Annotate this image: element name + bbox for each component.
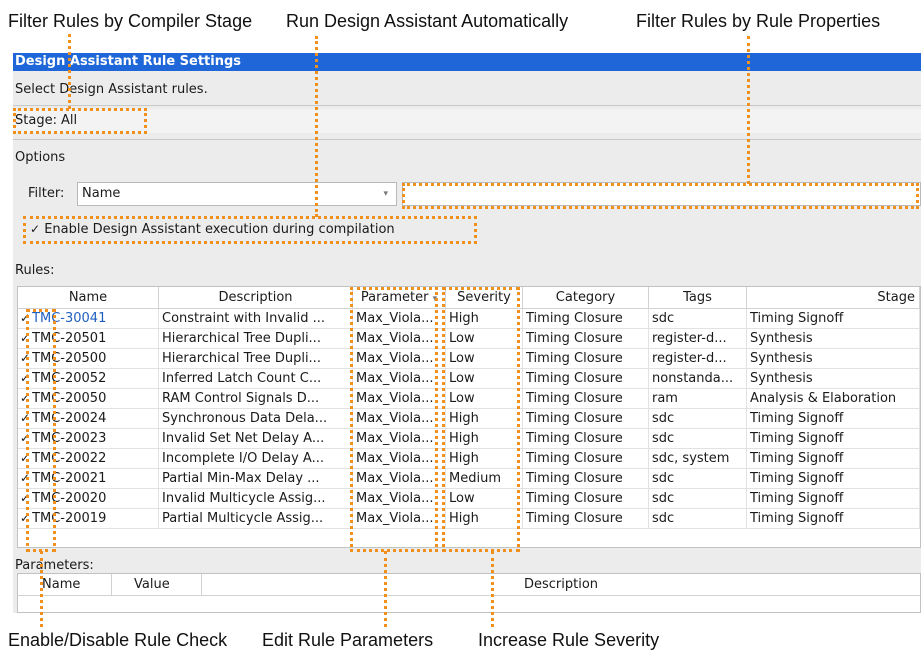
- rule-category-cell: Timing Closure: [523, 489, 649, 509]
- intro-text: Select Design Assistant rules.: [15, 82, 208, 97]
- leader-stage: [68, 34, 71, 109]
- rule-tags-cell: sdc: [649, 429, 747, 449]
- rule-category-cell: Timing Closure: [523, 469, 649, 489]
- rule-desc-cell: Incomplete I/O Delay A...: [159, 449, 353, 469]
- rule-tags-cell: sdc: [649, 509, 747, 529]
- rule-desc-cell: Hierarchical Tree Dupli...: [159, 349, 353, 369]
- rules-label: Rules:: [15, 263, 55, 278]
- rule-tags-cell: nonstanda...: [649, 369, 747, 389]
- rule-tags-cell: sdc, system: [649, 449, 747, 469]
- param-col-name[interactable]: Name: [18, 574, 112, 596]
- rule-category-cell: Timing Closure: [523, 389, 649, 409]
- rule-tags-cell: register-d...: [649, 329, 747, 349]
- chevron-down-icon: ▾: [383, 189, 388, 199]
- rule-desc-cell: Hierarchical Tree Dupli...: [159, 329, 353, 349]
- rule-stage-cell: Timing Signoff: [747, 409, 920, 429]
- rule-category-cell: Timing Closure: [523, 329, 649, 349]
- col-header-category[interactable]: Category: [523, 287, 649, 309]
- rule-desc-cell: RAM Control Signals D...: [159, 389, 353, 409]
- rule-category-cell: Timing Closure: [523, 429, 649, 449]
- rule-desc-cell: Constraint with Invalid ...: [159, 309, 353, 329]
- rule-category-cell: Timing Closure: [523, 449, 649, 469]
- rule-desc-cell: Partial Multicycle Assig...: [159, 509, 353, 529]
- rule-stage-cell: Timing Signoff: [747, 429, 920, 449]
- callout-filter-stage: Filter Rules by Compiler Stage: [8, 11, 253, 31]
- leader-enable-da: [315, 36, 318, 217]
- rule-category-cell: Timing Closure: [523, 369, 649, 389]
- rule-tags-cell: sdc: [649, 469, 747, 489]
- param-col-description[interactable]: Description: [202, 574, 920, 596]
- leader-parameters: [384, 551, 387, 627]
- filter-dropdown-value: Name: [82, 186, 121, 201]
- highlight-stage: [13, 108, 147, 134]
- col-header-name[interactable]: Name: [18, 287, 159, 309]
- col-header-tags[interactable]: Tags: [649, 287, 747, 309]
- rule-category-cell: Timing Closure: [523, 409, 649, 429]
- filter-label: Filter:: [28, 186, 65, 201]
- highlight-severity: [442, 287, 520, 552]
- rule-stage-cell: Synthesis: [747, 349, 920, 369]
- rule-stage-cell: Synthesis: [747, 329, 920, 349]
- parameters-table: Name Value Description: [17, 573, 921, 613]
- options-label: Options: [15, 150, 66, 165]
- callout-run-auto: Run Design Assistant Automatically: [286, 11, 569, 31]
- rule-tags-cell: register-d...: [649, 349, 747, 369]
- dialog-title: Design Assistant Rule Settings: [13, 53, 921, 71]
- rule-desc-cell: Synchronous Data Dela...: [159, 409, 353, 429]
- rule-desc-cell: Partial Min-Max Delay ...: [159, 469, 353, 489]
- rule-stage-cell: Analysis & Elaboration: [747, 389, 920, 409]
- rule-stage-cell: Synthesis: [747, 369, 920, 389]
- param-col-value[interactable]: Value: [112, 574, 202, 596]
- callout-enable-disable: Enable/Disable Rule Check: [8, 630, 228, 650]
- rule-tags-cell: ram: [649, 389, 747, 409]
- callout-edit-params: Edit Rule Parameters: [262, 630, 434, 650]
- rule-tags-cell: sdc: [649, 489, 747, 509]
- rule-stage-cell: Timing Signoff: [747, 509, 920, 529]
- callout-increase-severity: Increase Rule Severity: [478, 630, 660, 650]
- col-header-description[interactable]: Description: [159, 287, 353, 309]
- leader-filter-text: [747, 36, 750, 184]
- callout-filter-props: Filter Rules by Rule Properties: [636, 11, 881, 31]
- rule-category-cell: Timing Closure: [523, 309, 649, 329]
- parameters-label: Parameters:: [15, 558, 94, 573]
- filter-dropdown[interactable]: Name ▾: [77, 182, 397, 206]
- rule-stage-cell: Timing Signoff: [747, 309, 920, 329]
- rule-desc-cell: Inferred Latch Count C...: [159, 369, 353, 389]
- rule-category-cell: Timing Closure: [523, 349, 649, 369]
- leader-severity: [491, 551, 494, 627]
- rule-desc-cell: Invalid Set Net Delay A...: [159, 429, 353, 449]
- rule-stage-cell: Timing Signoff: [747, 469, 920, 489]
- rule-desc-cell: Invalid Multicycle Assig...: [159, 489, 353, 509]
- col-header-stage[interactable]: Stage: [747, 287, 920, 309]
- highlight-enable-da: [23, 216, 477, 244]
- rule-stage-cell: Timing Signoff: [747, 489, 920, 509]
- stage-selector[interactable]: Stage: All: [13, 109, 921, 133]
- rule-category-cell: Timing Closure: [523, 509, 649, 529]
- rule-tags-cell: sdc: [649, 409, 747, 429]
- rule-tags-cell: sdc: [649, 309, 747, 329]
- rule-stage-cell: Timing Signoff: [747, 449, 920, 469]
- highlight-filter-text: [402, 183, 919, 209]
- leader-checkboxes: [40, 551, 43, 627]
- highlight-parameters: [350, 287, 438, 552]
- highlight-checkboxes: [26, 309, 56, 552]
